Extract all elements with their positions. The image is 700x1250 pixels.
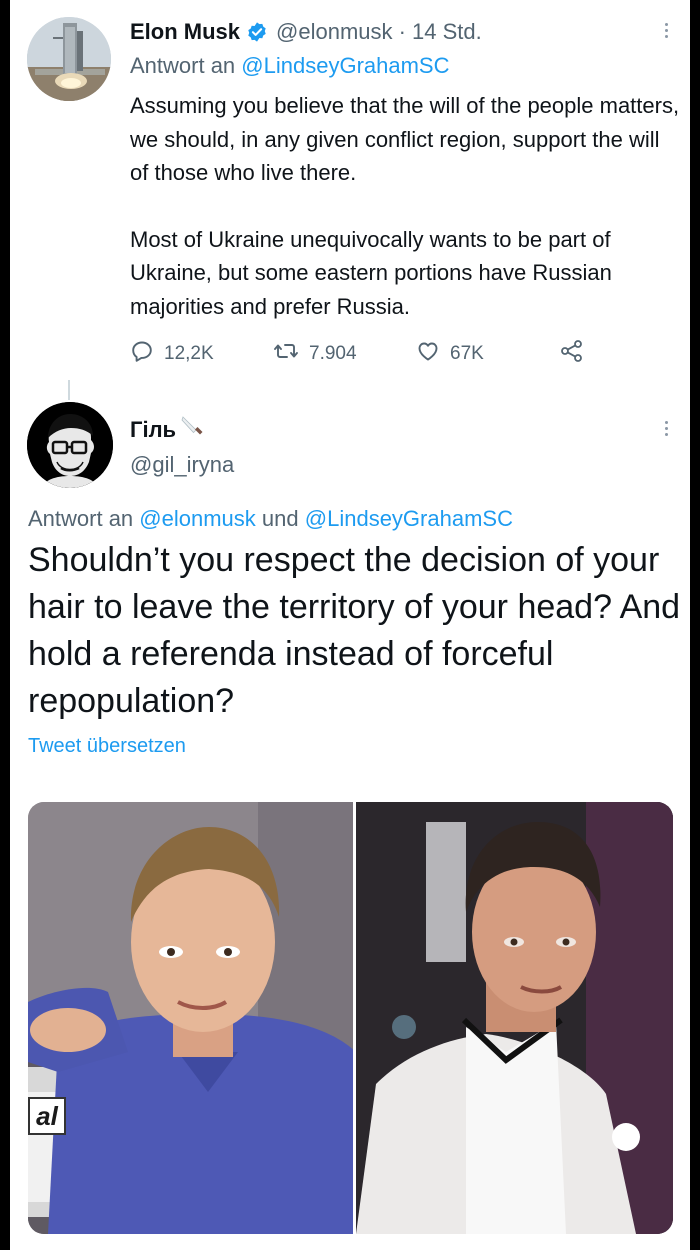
author-handle-time[interactable]: @elonmusk · 14 Std. [276,19,482,45]
monitor-sticker: al [28,1097,66,1135]
retweet-button[interactable]: 7.904 [273,339,416,369]
retweet-count: 7.904 [309,343,357,364]
avatar-gil[interactable] [27,402,113,488]
like-count: 67K [450,343,484,364]
photo-young[interactable]: al [28,802,354,1234]
share-button[interactable] [559,338,585,370]
tweet-header: Elon Musk @elonmusk · 14 Std. [130,15,482,49]
action-bar: 12,2K 7.904 67K [130,338,585,370]
monitor-text: al [36,1101,58,1131]
reply-context: Antwort an @LindseyGrahamSC [130,53,450,79]
like-icon [416,339,440,369]
media-grid[interactable]: al [28,802,673,1234]
mention-link[interactable]: @LindseyGrahamSC [241,53,449,78]
verified-badge-icon [246,21,268,43]
tweet-paragraph: Assuming you believe that the will of th… [130,93,680,185]
translate-link[interactable]: Tweet übersetzen [28,735,186,758]
reply-count: 12,2K [164,343,214,364]
reply-prefix: Antwort an [28,506,134,531]
screen: Elon Musk @elonmusk · 14 Std. Antwort an… [10,0,690,1250]
mention-link[interactable]: @LindseyGrahamSC [305,506,513,531]
like-button[interactable]: 67K [416,339,559,369]
tweet-elon[interactable]: Elon Musk @elonmusk · 14 Std. Antwort an… [10,0,690,385]
reply-conjunction: und [261,506,299,531]
thread-line [68,380,70,400]
author-name[interactable]: Elon Musk [130,19,240,45]
gil-author: Гіль [130,414,205,446]
tweet-paragraph: Most of Ukraine unequivocally wants to b… [130,226,612,319]
avatar-elon[interactable] [27,17,111,101]
author-name[interactable]: Гіль [130,417,176,443]
more-icon[interactable] [656,20,676,40]
retweet-icon [273,339,299,369]
reply-button[interactable]: 12,2K [130,339,273,369]
tweet-text: Assuming you believe that the will of th… [130,89,680,323]
mention-link[interactable]: @elonmusk [139,506,256,531]
photo-adult[interactable] [356,802,673,1234]
tweet-text: Shouldn’t you respect the decision of yo… [28,541,681,720]
reply-context: Antwort an @elonmusk und @LindseyGrahamS… [28,506,513,532]
more-icon[interactable] [656,418,676,438]
reply-icon [130,339,154,369]
reply-prefix: Antwort an [130,53,236,78]
author-handle[interactable]: @gil_iryna [130,452,234,478]
knife-emoji-icon [179,414,205,446]
share-icon [559,338,585,370]
